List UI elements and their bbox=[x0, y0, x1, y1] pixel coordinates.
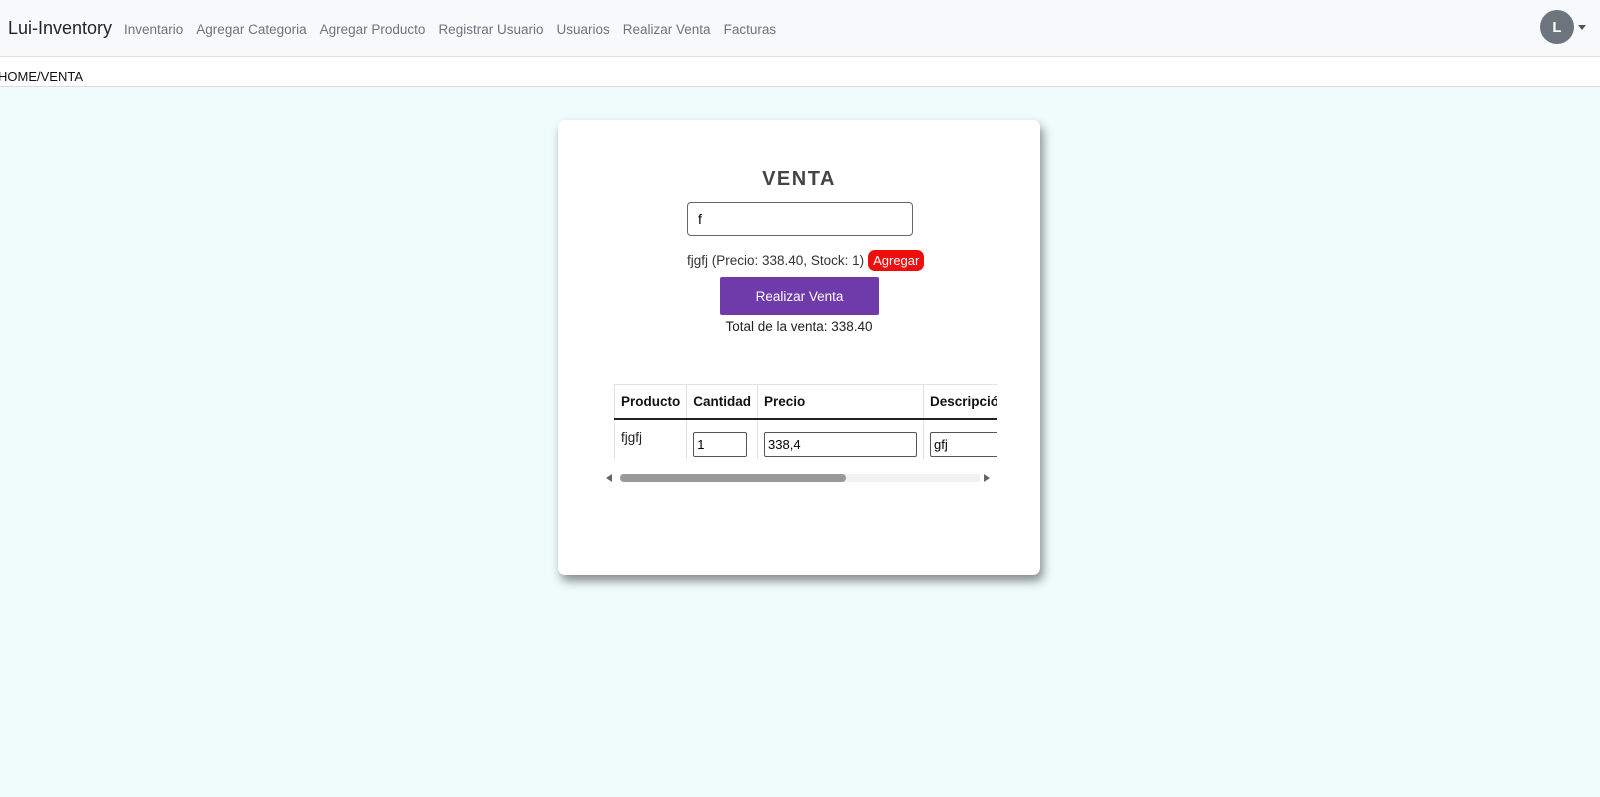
sale-table: Producto Cantidad Precio Descripció fjgf… bbox=[614, 384, 997, 459]
cell-cantidad bbox=[686, 418, 759, 459]
search-result: fjgfj (Precio: 338.40, Stock: 1) Agregar bbox=[687, 250, 925, 271]
avatar[interactable]: L bbox=[1540, 10, 1574, 44]
nav-link-realizar-venta[interactable]: Realizar Venta bbox=[623, 22, 711, 37]
scroll-thumb[interactable] bbox=[620, 474, 846, 482]
navbar: Lui-Inventory Inventario Agregar Categor… bbox=[0, 0, 1600, 57]
nav-link-inventario[interactable]: Inventario bbox=[124, 22, 183, 37]
scroll-left-arrow-icon[interactable] bbox=[606, 474, 612, 482]
venta-card: VENTA fjgfj (Precio: 338.40, Stock: 1) A… bbox=[558, 120, 1040, 575]
precio-input[interactable] bbox=[764, 432, 918, 457]
sale-total: Total de la venta: 338.40 bbox=[725, 319, 873, 334]
sale-table-scroll[interactable]: Producto Cantidad Precio Descripció fjgf… bbox=[614, 384, 997, 459]
nav-link-agregar-producto[interactable]: Agregar Producto bbox=[320, 22, 426, 37]
page-title: VENTA bbox=[762, 168, 836, 190]
breadcrumb: HOME/VENTA bbox=[0, 69, 83, 84]
column-header-cantidad: Cantidad bbox=[686, 384, 759, 420]
realizar-venta-button[interactable]: Realizar Venta bbox=[720, 277, 879, 315]
column-header-producto: Producto bbox=[614, 384, 688, 420]
cell-producto: fjgfj bbox=[614, 418, 688, 459]
caret-down-icon bbox=[1578, 24, 1586, 30]
horizontal-scrollbar[interactable] bbox=[606, 472, 998, 486]
nav-link-registrar-usuario[interactable]: Registrar Usuario bbox=[438, 22, 543, 37]
nav-link-usuarios[interactable]: Usuarios bbox=[556, 22, 609, 37]
breadcrumb-bar: HOME/VENTA bbox=[0, 57, 1600, 87]
nav-link-agregar-categoria[interactable]: Agregar Categoria bbox=[196, 22, 306, 37]
descripcion-input[interactable] bbox=[930, 432, 997, 457]
cell-precio bbox=[757, 418, 925, 459]
column-header-descripcion: Descripció bbox=[923, 384, 997, 420]
search-result-text: fjgfj (Precio: 338.40, Stock: 1) bbox=[687, 253, 865, 268]
table-row: fjgfj bbox=[614, 418, 997, 459]
cell-descripcion bbox=[923, 418, 997, 459]
user-menu-toggle[interactable]: L bbox=[1540, 10, 1586, 44]
column-header-precio: Precio bbox=[757, 384, 925, 420]
scroll-right-arrow-icon[interactable] bbox=[984, 474, 990, 482]
brand-link[interactable]: Lui-Inventory bbox=[8, 18, 112, 39]
table-header-row: Producto Cantidad Precio Descripció bbox=[614, 384, 997, 420]
product-search-input[interactable] bbox=[687, 202, 913, 236]
agregar-button[interactable]: Agregar bbox=[868, 250, 925, 271]
nav-link-facturas[interactable]: Facturas bbox=[724, 22, 777, 37]
cantidad-input[interactable] bbox=[693, 432, 748, 457]
nav-links: Inventario Agregar Categoria Agregar Pro… bbox=[124, 22, 776, 37]
